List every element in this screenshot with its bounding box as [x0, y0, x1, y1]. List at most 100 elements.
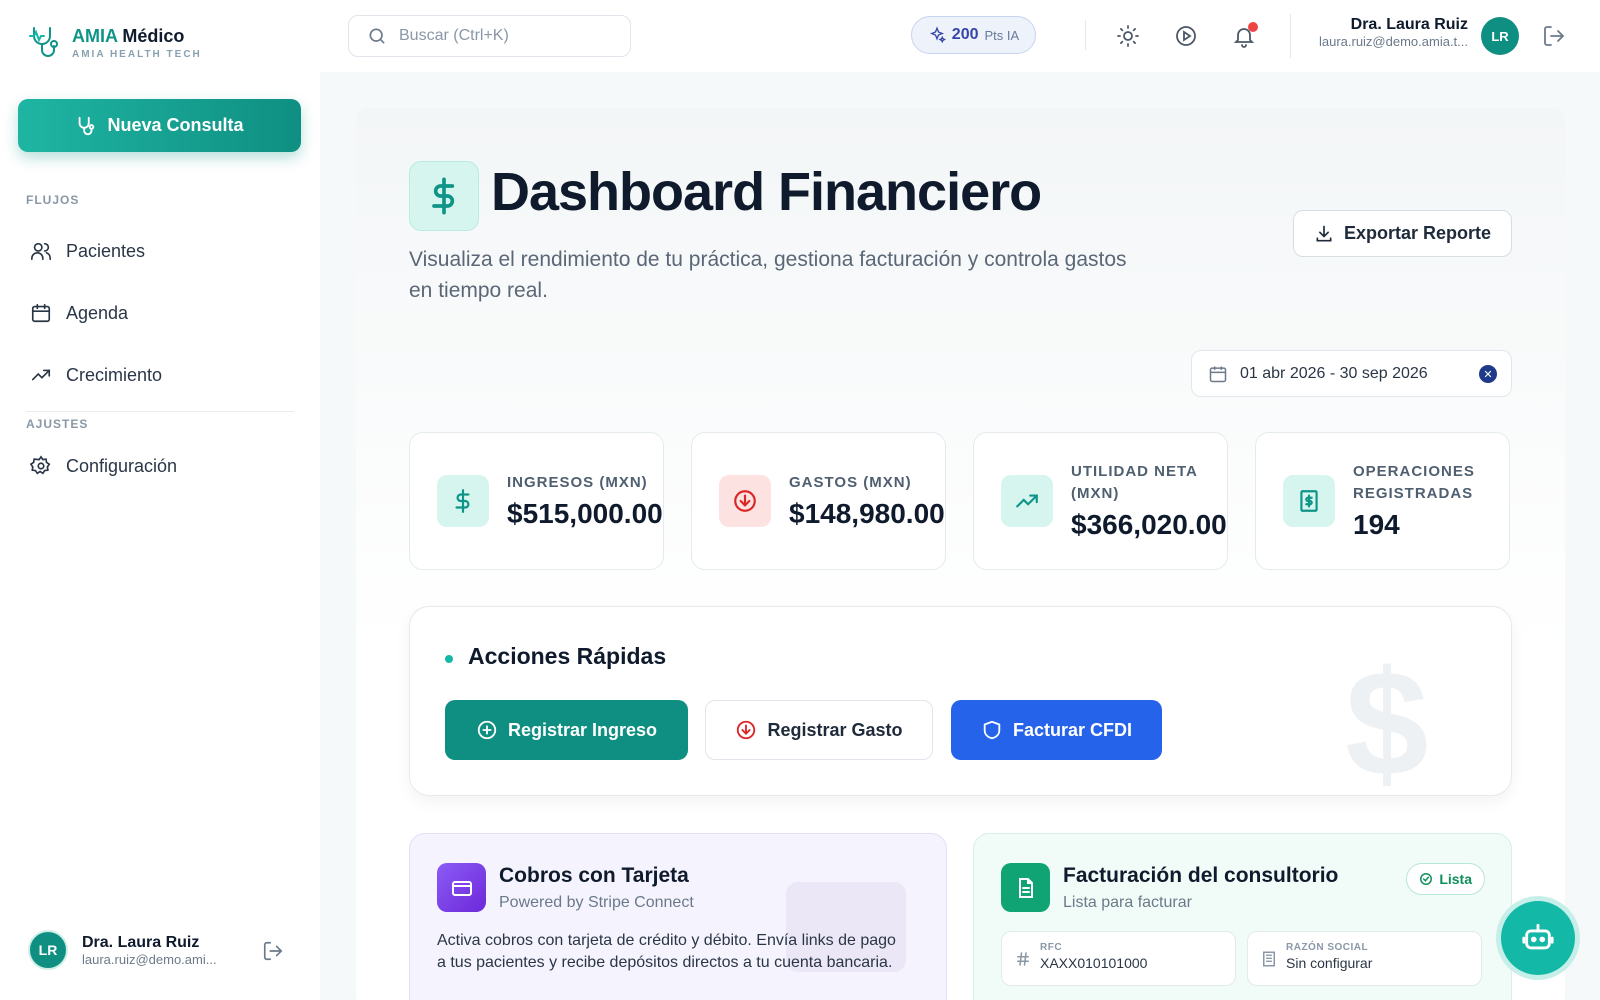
- kpi-card-ingresos: INGRESOS (MXN) $515,000.00: [409, 432, 664, 570]
- avatar: LR: [28, 930, 68, 970]
- search-input[interactable]: [399, 27, 599, 45]
- card-description: Activa cobros con tarjeta de crédito y d…: [437, 932, 896, 971]
- card-subtitle: Powered by Stripe Connect: [499, 894, 694, 911]
- gear-icon: [30, 455, 51, 475]
- sun-icon[interactable]: [1116, 24, 1140, 48]
- sidebar-item-label: Configuración: [66, 455, 178, 476]
- logout-icon[interactable]: [1542, 24, 1566, 48]
- section-label-settings: AJUSTES: [26, 417, 89, 431]
- user-name: Dra. Laura Ruiz: [82, 933, 200, 951]
- status-badge-label: Lista: [1439, 871, 1472, 887]
- card-title: Facturación del consultorio: [1063, 864, 1339, 887]
- page-title: Dashboard Financiero: [491, 162, 1042, 222]
- stethoscope-icon: [79, 116, 95, 135]
- invoice-cfdi-button[interactable]: Facturar CFDI: [951, 700, 1162, 760]
- ai-points-value: 200: [951, 26, 979, 43]
- sidebar-item-label: Crecimiento: [66, 364, 163, 385]
- sparkles-icon: [929, 26, 946, 44]
- calendar-icon: [1209, 366, 1227, 382]
- kpi-label: INGRESOS (MXN): [507, 474, 648, 491]
- sidebar-item-agenda[interactable]: Agenda: [30, 302, 128, 324]
- rfc-field[interactable]: RFC XAXX010101000: [1001, 931, 1236, 986]
- sidebar-item-label: Pacientes: [66, 240, 146, 261]
- billing-card: Facturación del consultorio Lista para f…: [973, 833, 1512, 1000]
- ai-points-badge[interactable]: 200 Pts IA: [911, 16, 1036, 54]
- status-badge: Lista: [1406, 863, 1485, 895]
- stethoscope-logo-icon: [29, 27, 58, 57]
- export-report-label: Exportar Reporte: [1343, 223, 1492, 243]
- brand-name: AMIA Médico: [72, 26, 185, 46]
- search-icon: [369, 28, 385, 44]
- kpi-value: 194: [1353, 509, 1400, 540]
- trending-up-icon: [1001, 475, 1053, 527]
- kpi-card-utilidad: UTILIDAD NETA (MXN) $366,020.00: [973, 432, 1228, 570]
- kpi-label: GASTOS (MXN): [789, 474, 912, 491]
- brand-tagline: AMIA HEALTH TECH: [72, 49, 202, 60]
- sidebar-item-configuracion[interactable]: Configuración: [30, 455, 177, 477]
- kpi-label: OPERACIONES REGISTRADAS: [1353, 463, 1475, 502]
- register-income-button[interactable]: Registrar Ingreso: [445, 700, 688, 760]
- kpi-card-operaciones: OPERACIONES REGISTRADAS 194: [1255, 432, 1510, 570]
- register-income-label: Registrar Ingreso: [507, 719, 658, 740]
- business-name-field[interactable]: RAZÓN SOCIAL Sin configurar: [1247, 931, 1482, 986]
- field-label: RFC: [1040, 942, 1063, 953]
- sidebar-user[interactable]: LR Dra. Laura Ruiz laura.ruiz@demo.ami..…: [28, 930, 217, 970]
- trending-up-icon: [31, 369, 51, 381]
- register-expense-label: Registrar Gasto: [767, 719, 903, 740]
- export-report-button[interactable]: Exportar Reporte: [1293, 210, 1512, 257]
- calendar-icon: [31, 303, 51, 323]
- topbar-divider: [1290, 14, 1291, 58]
- sidebar-item-crecimiento[interactable]: Crecimiento: [30, 364, 162, 386]
- card-subtitle: Lista para facturar: [1063, 894, 1192, 911]
- download-icon: [1316, 225, 1332, 241]
- page-subtitle: Visualiza el rendimiento de tu práctica,…: [409, 248, 1127, 302]
- card-title: Cobros con Tarjeta: [499, 864, 689, 887]
- notification-dot: [1248, 22, 1258, 32]
- kpi-card-gastos: GASTOS (MXN) $148,980.00: [691, 432, 946, 570]
- building-icon: [1263, 951, 1275, 967]
- hash-icon: [1017, 952, 1029, 966]
- quick-actions-title: Acciones Rápidas: [468, 643, 667, 669]
- logout-icon[interactable]: [262, 940, 284, 962]
- field-value: XAXX010101000: [1040, 955, 1148, 971]
- arrow-down-circle-icon: [737, 720, 756, 740]
- kpi-value: $148,980.00: [789, 498, 945, 529]
- robot-icon: [1522, 923, 1554, 950]
- clear-date-icon[interactable]: ✕: [1479, 365, 1497, 383]
- dollar-icon: [432, 177, 455, 215]
- sidebar-divider: [26, 411, 294, 412]
- page-title-icon: [409, 161, 479, 231]
- user-email: laura.ruiz@demo.ami...: [82, 951, 217, 967]
- new-consultation-label: Nueva Consulta: [107, 115, 244, 135]
- dollar-icon: [437, 475, 489, 527]
- assistant-bot-button[interactable]: [1501, 901, 1575, 975]
- shield-icon: [983, 720, 1001, 740]
- sidebar: AMIA Médico AMIA HEALTH TECH Nueva Consu…: [0, 0, 320, 1000]
- register-expense-button[interactable]: Registrar Gasto: [705, 700, 933, 760]
- check-circle-icon: [1420, 873, 1433, 885]
- user-name: Dra. Laura Ruiz: [1350, 16, 1468, 33]
- top-user[interactable]: Dra. Laura Ruiz laura.ruiz@demo.amia.t..…: [1300, 16, 1468, 49]
- arrow-down-circle-icon: [719, 475, 771, 527]
- dollar-watermark-icon: $: [1345, 639, 1429, 807]
- section-label-flows: FLUJOS: [26, 193, 80, 207]
- new-consultation-button[interactable]: Nueva Consulta: [18, 99, 301, 152]
- receipt-icon: [1283, 475, 1335, 527]
- credit-card-icon: [437, 863, 486, 912]
- avatar[interactable]: LR: [1481, 17, 1519, 55]
- sidebar-item-pacientes[interactable]: Pacientes: [30, 240, 145, 262]
- ai-points-label: Pts IA: [984, 27, 1020, 43]
- brand[interactable]: AMIA Médico AMIA HEALTH TECH: [28, 24, 202, 62]
- kpi-value: $366,020.00: [1071, 509, 1227, 540]
- users-icon: [31, 242, 51, 261]
- section-dot: [445, 655, 453, 663]
- plus-circle-icon: [477, 720, 497, 740]
- kpi-label: UTILIDAD NETA (MXN): [1071, 463, 1198, 502]
- date-range-picker[interactable]: 01 abr 2026 - 30 sep 2026 ✕: [1191, 350, 1512, 397]
- user-email: laura.ruiz@demo.amia.t...: [1318, 34, 1468, 49]
- play-circle-icon[interactable]: [1174, 24, 1198, 48]
- document-icon: [1001, 863, 1050, 912]
- field-label: RAZÓN SOCIAL: [1286, 942, 1369, 953]
- search-box[interactable]: [348, 15, 631, 57]
- topbar-divider: [1085, 20, 1086, 50]
